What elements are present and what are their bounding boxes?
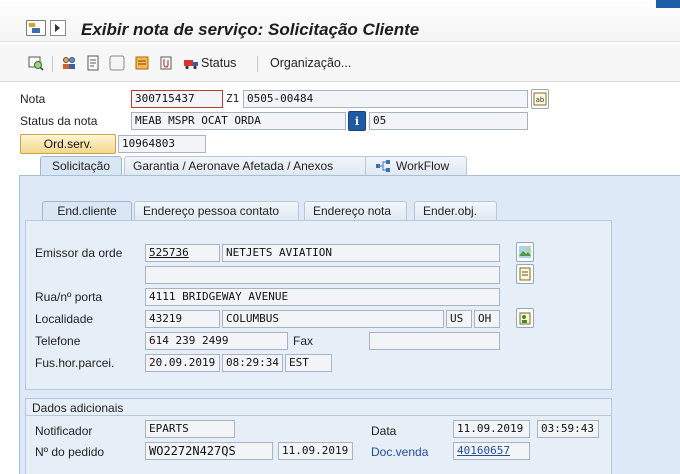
cep-field[interactable]: 43219 [145, 310, 220, 328]
window-title: Exibir nota de serviço: Solicitação Clie… [81, 20, 420, 39]
address-details-icon[interactable] [516, 264, 534, 284]
info-icon[interactable]: i [348, 111, 366, 131]
dados-adicionais-title: Dados adicionais [32, 401, 124, 415]
menu-arrow-button[interactable] [50, 20, 66, 36]
application-toolbar: Status Organização... [0, 44, 680, 82]
doc-venda-label: Doc.venda [371, 445, 429, 459]
blank-page-icon[interactable] [109, 55, 125, 71]
telefone-field[interactable]: 614 239 2499 [145, 332, 288, 350]
rua-field[interactable]: 4111 BRIDGEWAY AVENUE [145, 288, 500, 306]
fuso-label: Fus.hor.parcei. [35, 356, 115, 370]
fuso-date-field[interactable]: 20.09.2019 [145, 354, 220, 372]
regiao-field[interactable]: OH [474, 310, 500, 328]
telefone-label: Telefone [35, 334, 81, 348]
status-code-field[interactable]: 05 [369, 112, 528, 130]
svg-text:i: i [355, 115, 359, 128]
emissor-name2-field[interactable] [145, 266, 500, 284]
title-bar: Exibir nota de serviço: Solicitação Clie… [0, 0, 680, 42]
document-icon[interactable] [85, 55, 101, 71]
fuso-zone-field[interactable]: EST [285, 354, 332, 372]
main-tabstrip: Solicitação Garantia / Aeronave Afetada … [40, 156, 560, 176]
cidade-field[interactable]: COLUMBUS [222, 310, 444, 328]
tab-endereco-nota[interactable]: Endereço nota [304, 201, 407, 221]
svg-text:ab: ab [536, 96, 545, 104]
main-screen: Nota 300715437 Z1 0505-00484 ab Status d… [0, 83, 680, 474]
notificador-field[interactable]: EPARTS [145, 420, 235, 438]
pedido-label: Nº do pedido [35, 445, 105, 459]
organizacao-button[interactable]: Organização... [270, 56, 351, 70]
nota-label: Nota [20, 92, 46, 106]
pedido-date-field[interactable]: 11.09.2019 [278, 442, 353, 460]
nota-description-field[interactable]: 0505-00484 [243, 90, 528, 108]
doc-venda-link[interactable]: 40160657 [453, 442, 530, 460]
toolbar-separator [52, 56, 53, 72]
partners-icon[interactable] [61, 55, 77, 71]
fax-field[interactable] [369, 332, 500, 350]
pedido-field[interactable]: WO2272N427QS [145, 442, 273, 460]
data-label: Data [371, 424, 397, 438]
display-object-icon[interactable] [28, 55, 44, 71]
notificador-label: Notificador [35, 424, 93, 438]
tab-endereco-pessoa-contato[interactable]: Endereço pessoa contato [134, 201, 299, 221]
emissor-code-field[interactable]: 525736 [145, 244, 220, 262]
toolbar-separator [257, 56, 258, 72]
status-nota-label: Status da nota [20, 114, 98, 128]
tab-end-cliente[interactable]: End.cliente [42, 201, 132, 221]
contact-person-icon[interactable] [516, 308, 534, 328]
map-icon[interactable] [516, 242, 534, 262]
tab-ender-obj[interactable]: Ender.obj. [414, 201, 497, 221]
status-button[interactable]: Status [201, 56, 236, 70]
ord-serv-field[interactable]: 10964803 [118, 135, 206, 153]
status-truck-icon[interactable] [183, 55, 199, 71]
window-edge [656, 0, 680, 8]
nota-field[interactable]: 300715437 [131, 90, 223, 108]
data-field[interactable]: 11.09.2019 [453, 420, 530, 438]
hora-field[interactable]: 03:59:43 [537, 420, 599, 438]
rua-label: Rua/nº porta [35, 290, 103, 304]
localidade-label: Localidade [35, 312, 94, 326]
tab-garantia[interactable]: Garantia / Aeronave Afetada / Anexos [124, 156, 399, 176]
attachment-icon[interactable] [158, 55, 174, 71]
long-text-icon[interactable]: ab [531, 89, 549, 109]
nota-type: Z1 [226, 92, 240, 105]
workflow-icon [375, 159, 391, 173]
sub-tabstrip: End.cliente Endereço pessoa contato Ende… [42, 201, 502, 221]
fax-label: Fax [293, 334, 314, 348]
group-divider [26, 415, 611, 416]
tab-solicitacao[interactable]: Solicitação [40, 156, 122, 176]
ord-serv-button[interactable]: Ord.serv. [20, 134, 116, 154]
pais-field[interactable]: US [446, 310, 472, 328]
status-nota-field[interactable]: MEAB MSPR OCAT ORDA [131, 112, 346, 130]
workflow-label: WorkFlow [396, 159, 450, 173]
fuso-time-field[interactable]: 08:29:34 [222, 354, 283, 372]
emissor-label: Emissor da orde [35, 246, 123, 260]
emissor-name-field[interactable]: NETJETS AVIATION [222, 244, 500, 262]
sap-app-icon[interactable] [26, 20, 46, 36]
notes-icon[interactable] [134, 55, 150, 71]
